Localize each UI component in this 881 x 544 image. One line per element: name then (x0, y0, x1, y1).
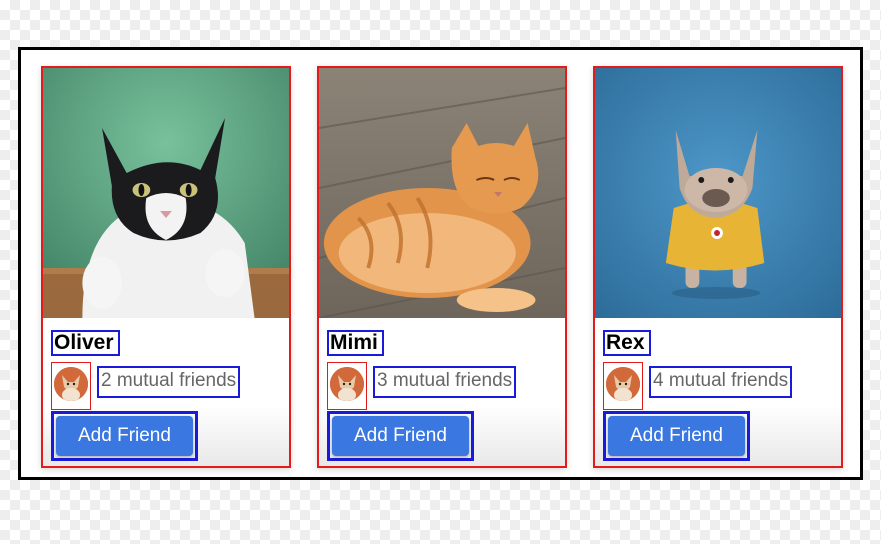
orange-tabby-cat-photo (319, 68, 565, 318)
add-friend-button-frame: Add Friend (51, 411, 198, 461)
avatar (606, 367, 640, 401)
friend-card-mimi: Mimi 3 mutual friends Add Friend (317, 66, 567, 468)
mutual-friend-avatar (327, 362, 367, 410)
french-bulldog-photo (595, 68, 841, 318)
screen: Oliver 2 mutual friends Add Friend Mimi … (0, 0, 881, 544)
avatar (54, 367, 88, 401)
mutual-friends-count: 4 mutual friends (649, 366, 793, 398)
add-friend-button[interactable]: Add Friend (332, 416, 469, 456)
add-friend-button-frame: Add Friend (603, 411, 750, 461)
mutual-friend-avatar (51, 362, 91, 410)
mutual-friend-avatar (603, 362, 643, 410)
friend-name: Oliver (51, 330, 120, 356)
add-friend-button[interactable]: Add Friend (608, 416, 745, 456)
friend-name: Rex (603, 330, 651, 356)
mutual-friends-count: 3 mutual friends (373, 366, 517, 398)
add-friend-button-frame: Add Friend (327, 411, 474, 461)
add-friend-button[interactable]: Add Friend (56, 416, 193, 456)
tuxedo-cat-photo (43, 68, 289, 318)
avatar (330, 367, 364, 401)
friend-card-rex: Rex 4 mutual friends Add Friend (593, 66, 843, 468)
friend-card-oliver: Oliver 2 mutual friends Add Friend (41, 66, 291, 468)
friend-name: Mimi (327, 330, 384, 356)
mutual-friends-count: 2 mutual friends (97, 366, 241, 398)
